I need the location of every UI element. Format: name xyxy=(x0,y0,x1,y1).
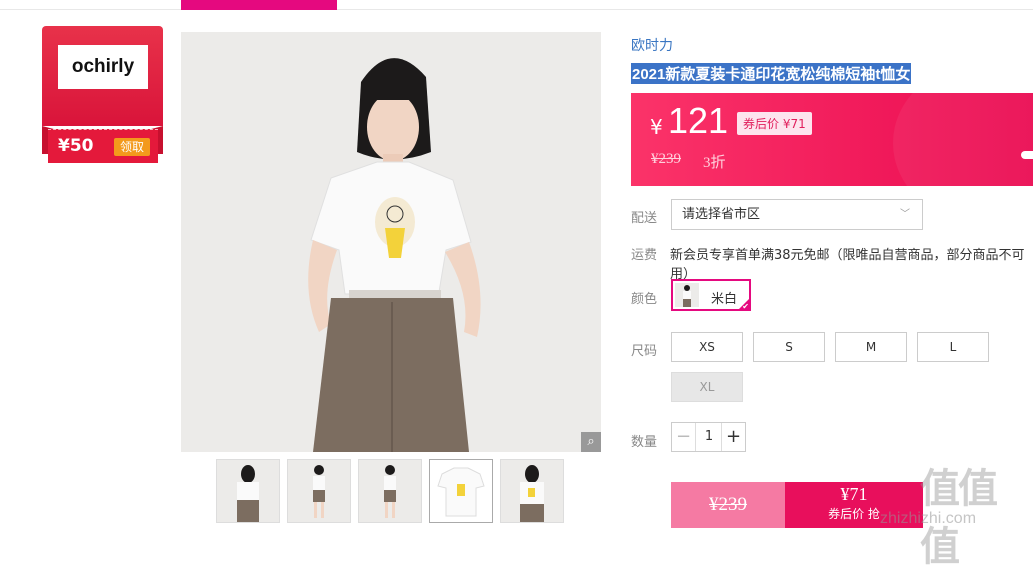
store-coupon: ¥50 领取 xyxy=(48,129,158,163)
discount-label: 3折 xyxy=(703,155,726,171)
claim-coupon-button[interactable]: 领取 xyxy=(114,138,150,156)
check-icon: ✔ xyxy=(742,302,749,311)
size-option-m[interactable]: M xyxy=(835,332,907,362)
quantity-decrease-button[interactable]: − xyxy=(672,423,696,451)
size-label: 尺码 xyxy=(631,344,658,359)
side-toggle[interactable] xyxy=(1021,151,1033,159)
model-illustration xyxy=(181,32,601,452)
quantity-increase-button[interactable]: + xyxy=(721,423,745,451)
coupon-amount: ¥50 xyxy=(58,136,94,156)
sale-price: 121 xyxy=(668,100,729,141)
buy-original-button[interactable]: ¥239 xyxy=(671,482,785,528)
delivery-label: 配送 xyxy=(631,211,658,226)
brand-logo[interactable]: ochirly xyxy=(58,45,148,89)
freight-label: 运费 xyxy=(631,248,658,263)
store-coupon-card: ochirly ¥50 领取 xyxy=(42,26,163,163)
thumbnail-strip xyxy=(216,459,564,523)
color-thumbnail xyxy=(675,283,699,307)
currency-symbol: ¥ xyxy=(650,115,663,139)
brand-link[interactable]: 欧时力 xyxy=(631,35,673,55)
region-select[interactable]: 请选择省市区 ﹀ xyxy=(671,199,923,230)
product-main-image[interactable]: ⌕ xyxy=(181,32,601,452)
thumbnail-4[interactable] xyxy=(429,459,493,523)
product-title: 2021新款夏装卡通印花宽松纯棉短袖t恤女 xyxy=(631,63,912,84)
size-option-s[interactable]: S xyxy=(753,332,825,362)
color-option-mibai[interactable]: 米白 ✔ xyxy=(671,279,751,311)
buy-original-price: ¥239 xyxy=(709,494,747,515)
site-watermark: 值值值 zhizhizhi.com xyxy=(880,456,1033,570)
freight-text: 新会员专享首单满38元免邮（限唯品自营商品，部分商品不可用） xyxy=(670,248,1025,282)
color-name: 米白 xyxy=(711,292,738,307)
quantity-stepper: − 1 + xyxy=(671,422,746,452)
thumbnail-1[interactable] xyxy=(216,459,280,523)
top-divider xyxy=(0,9,1033,10)
magnifier-icon[interactable]: ⌕ xyxy=(581,432,601,452)
thumbnail-3[interactable] xyxy=(358,459,422,523)
original-price: ¥239 xyxy=(651,151,681,167)
thumbnail-2[interactable] xyxy=(287,459,351,523)
size-option-xs[interactable]: XS xyxy=(671,332,743,362)
region-placeholder: 请选择省市区 xyxy=(682,207,761,222)
watermark-url: zhizhizhi.com xyxy=(880,510,977,527)
thumbnail-5[interactable] xyxy=(500,459,564,523)
chevron-down-icon: ﹀ xyxy=(900,209,910,220)
color-label: 颜色 xyxy=(631,292,658,307)
price-panel: ¥ 121 券后价 ¥71 ¥239 3折 xyxy=(631,93,1033,186)
size-option-l[interactable]: L xyxy=(917,332,989,362)
after-coupon-badge: 券后价 ¥71 xyxy=(737,112,812,135)
active-nav-tab[interactable] xyxy=(181,0,337,10)
size-option-xl: XL xyxy=(671,372,743,402)
quantity-value[interactable]: 1 xyxy=(696,423,722,451)
quantity-label: 数量 xyxy=(631,435,658,450)
